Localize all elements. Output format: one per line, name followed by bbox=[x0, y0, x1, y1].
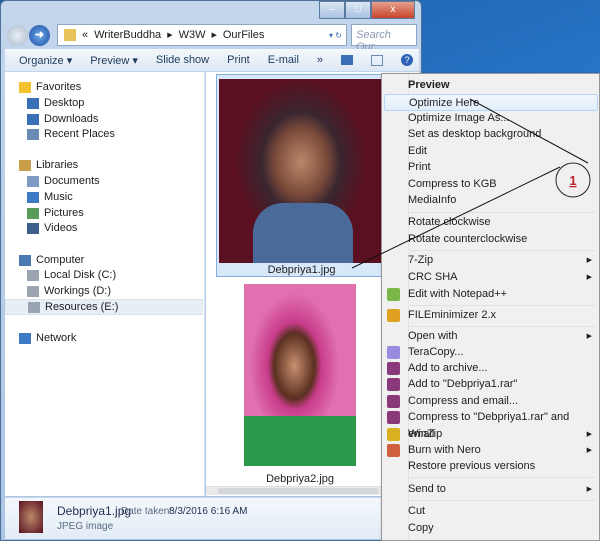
annotation-line bbox=[469, 98, 589, 164]
annotation-line bbox=[351, 166, 561, 269]
annotation-overlay: 1 bbox=[351, 98, 591, 269]
annotation-number: 1 bbox=[569, 173, 576, 188]
